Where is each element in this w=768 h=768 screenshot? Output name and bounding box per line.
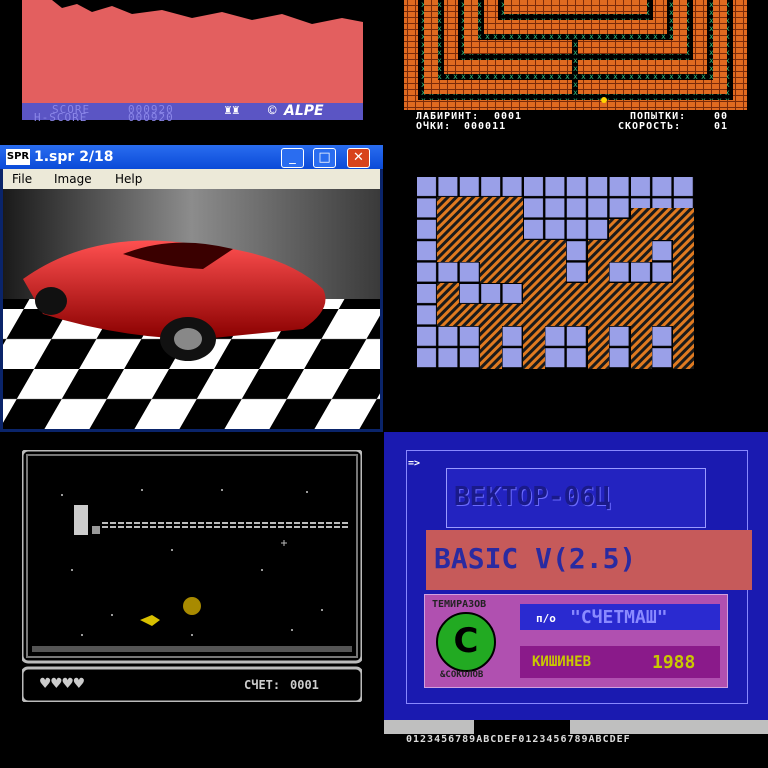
hscore-label: H-SCORE [34,111,88,124]
hscore-value: 000920 [128,111,174,124]
close-button[interactable]: ✕ [347,148,370,168]
brick-maze: x [404,0,747,110]
menu-help[interactable]: Help [115,172,142,186]
image-canvas [3,189,380,429]
heart-icon: ♥♥♥♥ [40,674,85,694]
prompt: => [408,458,421,469]
app-icon: SPR [6,149,30,165]
badge-letter: С [436,612,496,672]
cave-ceiling [22,0,363,24]
machine-title: ВЕКТОР-06Ц [454,482,611,512]
city-name: КИШИНЕВ [532,654,592,670]
score-value: 0001 [290,678,319,692]
vector-boot-screen: => ВЕКТОР-06Ц BASIC V(2.5) ТЕМИРАЗОВ С &… [384,432,768,768]
speed-value: 01 [714,121,729,132]
charset-text: 0123456789ABCDEF0123456789ABCDEF [406,734,631,745]
red-car-image [3,189,380,429]
palette-bar [384,720,768,734]
game-screenshot-maze: x ЛАБИРИНТ: 0001 ПОПЫТКИ: 00 ОЧКИ: 00001… [384,0,768,140]
game-screenshot-blocks [384,140,768,432]
menu-file[interactable]: File [12,172,32,186]
publisher-logo: ALPE [284,103,324,119]
sprite-viewer-window: SPR 1.spr 2/18 _ □ ✕ File Image Help [0,145,383,432]
block-grid [416,176,694,369]
basic-version: BASIC V(2.5) [434,542,637,575]
points-label: ОЧКИ: [416,121,452,132]
window-title: 1.spr 2/18 [34,149,114,165]
author-top: ТЕМИРАЗОВ [432,599,487,610]
playfield [22,450,362,702]
speed-label: СКОРОСТЬ: [618,121,682,132]
game-screenshot-space: ♥♥♥♥ СЧЕТ: 0001 [0,432,384,768]
palette-gap [474,720,570,734]
copyright-symbol: © [268,103,277,119]
po-label: п/о [536,612,556,625]
menu-bar: File Image Help [3,169,380,189]
menu-image[interactable]: Image [54,172,92,186]
window-titlebar[interactable]: SPR 1.spr 2/18 _ □ ✕ [0,145,383,169]
company-name: "СЧЕТМАШ" [570,607,668,628]
lives-icon: ♜♜ [224,103,240,118]
score-label: СЧЕТ: [244,678,281,692]
game-screenshot-c64: SCORE 000920 H-SCORE 000920 ♜♜ © ALPE [0,0,384,140]
minimize-button[interactable]: _ [281,148,304,168]
year: 1988 [652,652,696,673]
author-bottom: &СОКОЛОВ [440,670,484,680]
points-value: 000011 [464,121,507,132]
maximize-button[interactable]: □ [313,148,336,168]
